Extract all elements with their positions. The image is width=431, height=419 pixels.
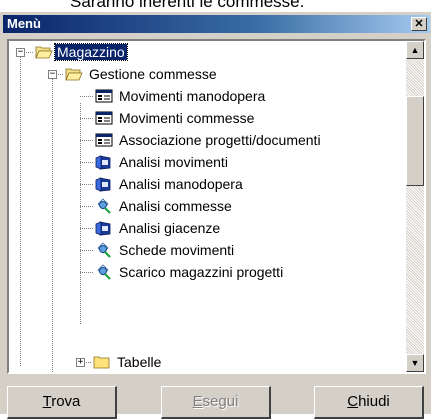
folder-icon [93, 356, 110, 369]
tree-node-tabelle[interactable]: Tabelle [93, 351, 163, 372]
close-icon[interactable]: ✕ [411, 17, 427, 31]
tree-leaf-item[interactable]: Analisi movimenti [95, 151, 230, 173]
tree-leaf-label: Analisi manodopera [119, 176, 243, 192]
tree-leaf-item[interactable]: Analisi commesse [95, 195, 234, 217]
tree-guide-line [80, 206, 94, 207]
tree-leaf-item[interactable]: Analisi giacenze [95, 217, 222, 239]
tree-leaf-label: Movimenti commesse [119, 110, 255, 126]
form-icon [95, 133, 113, 147]
caption-text: Saranno inerenti le commesse. [70, 0, 305, 11]
tree-guide-line [52, 79, 53, 372]
report-icon [97, 264, 111, 280]
report-icon [97, 242, 111, 258]
tree-leaf-label: Analisi commesse [119, 198, 232, 214]
tree-guide-line [80, 118, 94, 119]
chiudi-button[interactable]: Chiudi [314, 386, 424, 419]
tree-leaf-label: Analisi movimenti [119, 154, 228, 170]
tree-leaf-label: Associazione progetti/documenti [119, 132, 321, 148]
scroll-down-button[interactable]: ▼ [406, 354, 424, 372]
analysis-icon [95, 221, 111, 236]
tree-guide-line [80, 140, 94, 141]
menu-tree-view: − Magazzino − Gestione commesse + Tabell… [7, 39, 426, 374]
tree-leaf-item[interactable]: Scarico magazzini progetti [95, 261, 285, 283]
analysis-icon [95, 155, 111, 170]
tree-node-magazzino[interactable]: Magazzino [35, 41, 128, 63]
window-title: Menù [7, 16, 41, 31]
esegui-mnemonic: E [192, 393, 203, 410]
window-titlebar: Menù ✕ [3, 15, 430, 33]
chiudi-label: hiudi [358, 393, 390, 410]
trova-button[interactable]: Trova [7, 386, 117, 419]
tree-node-label: Magazzino [54, 43, 128, 61]
tree-leaf-item[interactable]: Analisi manodopera [95, 173, 245, 195]
esegui-label: segui [202, 393, 239, 410]
tree-node-label: Tabelle [117, 354, 162, 370]
scroll-thumb[interactable] [406, 96, 424, 186]
tree-guide-line [58, 74, 64, 75]
form-icon [95, 111, 113, 125]
tree-node-gestione-commesse[interactable]: Gestione commesse [65, 63, 219, 85]
tree-leaf-label: Analisi giacenze [119, 220, 221, 236]
tree-leaf-label: Schede movimenti [119, 242, 235, 258]
tree-guide-line [80, 162, 94, 163]
tree-content: − Magazzino − Gestione commesse + Tabell… [9, 41, 406, 372]
expander-tabelle[interactable]: + [76, 358, 85, 367]
open-folder-icon [35, 46, 53, 59]
expander-gestione[interactable]: − [48, 70, 57, 79]
analysis-icon [95, 177, 111, 192]
tree-guide-line [26, 52, 34, 53]
tree-leaf-item[interactable]: Schede movimenti [95, 239, 236, 261]
tree-leaf-item[interactable]: Associazione progetti/documenti [95, 129, 323, 151]
trova-mnemonic: T [42, 393, 52, 410]
scroll-up-button[interactable]: ▲ [406, 41, 424, 59]
vertical-scrollbar[interactable]: ▲ ▼ [406, 41, 424, 372]
expander-root[interactable]: − [16, 48, 25, 57]
menu-window: Menù ✕ − Magazzino − Gestione commesse +… [0, 12, 431, 419]
chiudi-mnemonic: C [347, 393, 359, 410]
report-icon [97, 198, 111, 214]
tree-guide-line [80, 184, 94, 185]
tree-guide-line [20, 57, 21, 367]
tree-leaf-item[interactable]: Movimenti commesse [95, 107, 256, 129]
form-icon [95, 89, 113, 103]
tree-guide-line [80, 228, 94, 229]
esegui-button[interactable]: Esegui [161, 386, 271, 419]
tree-guide-line [80, 250, 94, 251]
open-folder-icon [65, 68, 83, 81]
trova-label: rova [51, 393, 81, 410]
tree-guide-line [80, 96, 94, 97]
tree-guide-line [80, 272, 94, 273]
tree-leaf-label: Movimenti manodopera [119, 88, 266, 104]
tree-guide-line [80, 103, 81, 325]
tree-guide-line [86, 362, 92, 363]
tree-leaf-label: Scarico magazzini progetti [119, 264, 284, 280]
tree-node-label: Gestione commesse [89, 66, 217, 82]
tree-leaf-item[interactable]: Movimenti manodopera [95, 85, 267, 107]
